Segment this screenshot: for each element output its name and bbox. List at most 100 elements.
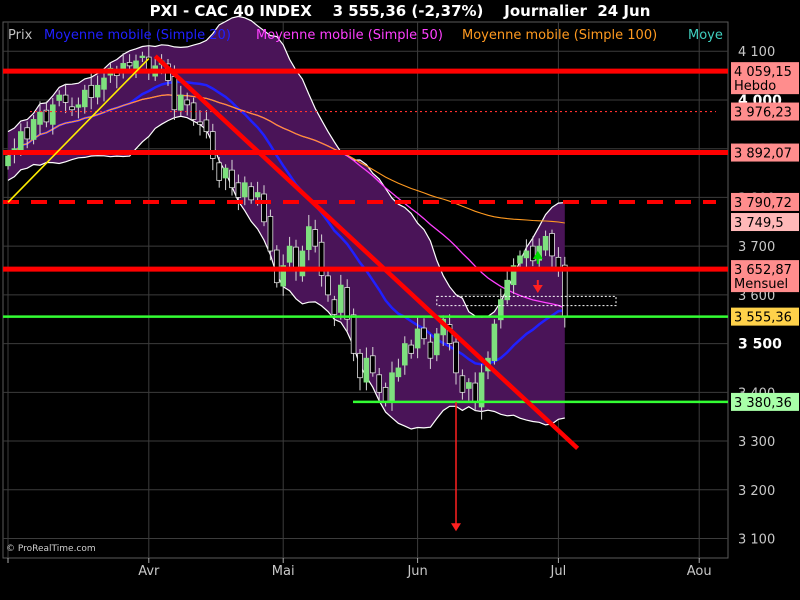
y-tick-label: 3 500: [738, 337, 782, 353]
candle: [24, 127, 30, 140]
candle: [30, 119, 37, 140]
price-tag: 3 976,23: [731, 102, 799, 121]
candle: [363, 357, 370, 383]
candle: [203, 119, 210, 133]
price-tag-value: 3 976,23: [734, 106, 792, 121]
candle: [184, 99, 191, 106]
candle: [305, 226, 312, 250]
candlestick-chart: 4 1004 0003 9003 8003 7003 6003 5003 400…: [2, 15, 799, 579]
candle: [82, 89, 88, 108]
price-tag-value: 3 652,87: [734, 263, 792, 278]
credit-text: © ProRealTime.com: [6, 544, 96, 554]
candle: [472, 382, 478, 403]
y-tick-label: 3 200: [738, 484, 775, 499]
legend-entry: Moye: [688, 28, 723, 43]
candle: [549, 233, 555, 257]
candle: [56, 94, 62, 101]
price-tag: 3 652,87Mensuel: [731, 260, 799, 293]
candle: [37, 111, 43, 125]
candle: [261, 193, 267, 223]
candle: [197, 121, 203, 125]
price-tag: 3 555,36: [731, 307, 799, 326]
candle: [401, 343, 408, 366]
candle: [286, 245, 293, 263]
candle: [408, 344, 414, 354]
price-tag-value: 3 380,36: [734, 396, 792, 411]
candle: [267, 216, 274, 252]
price-tag: 3 749,5: [731, 213, 799, 232]
candle: [414, 328, 421, 349]
x-tick-label: Avr: [138, 564, 160, 579]
candle: [312, 229, 318, 247]
candle: [382, 387, 389, 403]
candle: [517, 255, 523, 264]
candle: [459, 375, 466, 393]
candle: [101, 77, 107, 90]
candle: [88, 84, 95, 98]
candle: [50, 104, 56, 125]
y-tick-label: 3 300: [738, 435, 775, 450]
legend-entry: Moyenne mobile (Simple 50): [256, 28, 443, 43]
candle: [133, 60, 139, 70]
candle: [62, 94, 69, 103]
candle: [216, 162, 223, 181]
price-tag: 3 892,07: [731, 143, 799, 162]
legend-entry: Moyenne mobile (Simple 20): [44, 28, 231, 43]
candle: [75, 104, 82, 108]
candle: [254, 192, 261, 198]
candle: [235, 182, 242, 198]
legend-entry: Prix: [8, 28, 33, 43]
candle: [453, 341, 459, 374]
candle: [395, 367, 402, 378]
candle: [350, 314, 357, 354]
price-tag: 3 380,36: [731, 392, 799, 411]
candle: [177, 94, 184, 111]
x-tick-label: Mai: [272, 564, 295, 579]
candle: [139, 55, 146, 58]
candle: [337, 284, 344, 313]
price-tag-value: 3 892,07: [734, 147, 792, 162]
candle: [248, 186, 255, 201]
candle: [222, 167, 229, 179]
candle: [491, 323, 498, 362]
y-tick-label: 3 100: [738, 533, 775, 548]
y-tick-label: 4 100: [738, 45, 775, 60]
price-tag: 4 059,15Hebdo: [731, 62, 799, 94]
candle: [325, 275, 331, 296]
x-tick-label: Aou: [687, 564, 712, 579]
price-tag-value: 3 555,36: [734, 311, 792, 326]
price-tag-sublabel: Hebdo: [734, 79, 776, 94]
candle: [94, 84, 101, 98]
candle: [344, 287, 350, 320]
candle: [542, 235, 549, 251]
candle: [421, 327, 427, 340]
legend-entry: Moyenne mobile (Simple 100): [462, 28, 657, 43]
price-tag-sublabel: Mensuel: [734, 277, 788, 292]
x-tick-label: Jun: [406, 564, 427, 579]
candle: [331, 299, 338, 315]
candle: [69, 106, 75, 111]
candle: [171, 76, 178, 111]
candle: [17, 131, 24, 153]
candle: [523, 250, 530, 259]
candle: [376, 374, 382, 393]
candle: [5, 155, 11, 167]
candle: [389, 372, 395, 402]
candle: [427, 341, 434, 359]
candle: [369, 355, 376, 374]
price-tag-value: 3 790,72: [734, 196, 792, 211]
candle: [229, 169, 235, 189]
candle: [562, 264, 568, 317]
candle: [433, 333, 440, 356]
x-tick-label: Jul: [550, 564, 567, 579]
candle: [357, 352, 363, 379]
candle: [299, 250, 306, 277]
candle: [273, 249, 280, 284]
price-tag-value: 4 059,15: [734, 65, 792, 80]
candle: [465, 382, 472, 389]
y-tick-label: 3 700: [738, 240, 775, 255]
candle: [241, 182, 248, 198]
price-tag-value: 3 749,5: [734, 216, 784, 231]
price-tag: 3 790,72: [731, 192, 799, 211]
candle: [126, 62, 133, 67]
